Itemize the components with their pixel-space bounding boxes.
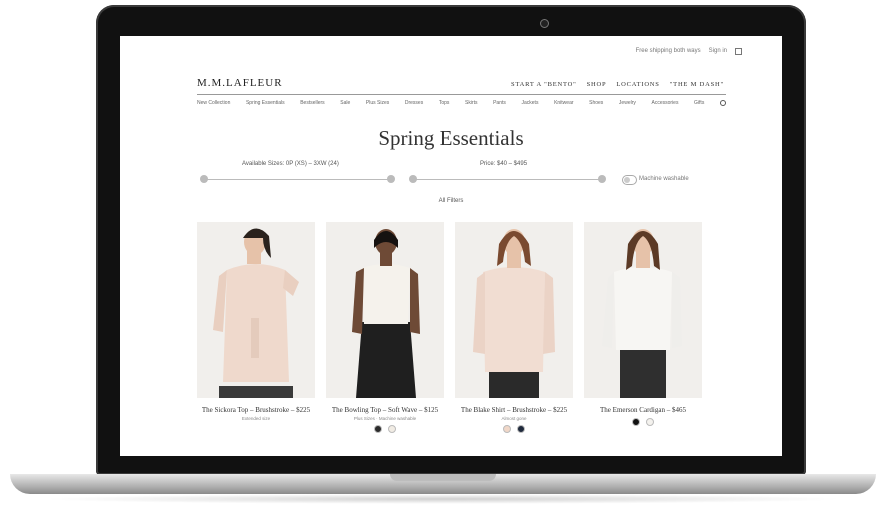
laptop-notch <box>390 474 496 481</box>
product-card[interactable]: The Sickora Top – Brushstroke – $225 Ext… <box>197 222 315 421</box>
color-swatch[interactable] <box>374 425 382 433</box>
browser-screen: Free shipping both ways Sign in M.M.LAFL… <box>120 36 782 456</box>
camera-icon <box>540 19 549 28</box>
product-image[interactable] <box>455 222 573 398</box>
color-swatch[interactable] <box>388 425 396 433</box>
size-slider-max-handle[interactable] <box>387 175 395 183</box>
cat-tops[interactable]: Tops <box>439 100 450 106</box>
product-card[interactable]: The Bowling Top – Soft Wave – $125 Plus … <box>326 222 444 433</box>
product-image[interactable] <box>326 222 444 398</box>
cat-shoes[interactable]: Shoes <box>589 100 603 106</box>
color-swatch[interactable] <box>632 418 640 426</box>
product-note: Almost gone <box>501 416 527 421</box>
nav-start-bento[interactable]: START A "BENTO" <box>511 81 577 88</box>
cat-jewelry[interactable]: Jewelry <box>619 100 636 106</box>
washable-toggle-label: Machine washable <box>639 176 689 182</box>
color-swatch[interactable] <box>517 425 525 433</box>
laptop-shadow <box>40 494 846 504</box>
nav-shop[interactable]: SHOP <box>587 81 607 88</box>
cat-sale[interactable]: Sale <box>340 100 350 106</box>
cat-knitwear[interactable]: Knitwear <box>554 100 573 106</box>
color-swatches <box>584 418 702 426</box>
cat-gifts[interactable]: Gifts <box>694 100 704 106</box>
product-name[interactable]: The Emerson Cardigan – $465 <box>584 406 702 414</box>
product-name[interactable]: The Blake Shirt – Brushstroke – $225 <box>455 406 573 414</box>
category-nav: New Collection Spring Essentials Bestsel… <box>197 100 726 106</box>
size-filter-label: Available Sizes: 0P (XS) – 3XW (24) <box>242 161 339 167</box>
nav-m-dash[interactable]: "THE M DASH" <box>670 81 724 88</box>
cat-accessories[interactable]: Accessories <box>651 100 678 106</box>
product-note: Plus Sizes · Machine washable <box>353 416 417 421</box>
product-image[interactable] <box>197 222 315 398</box>
product-card[interactable]: The Blake Shirt – Brushstroke – $225 Alm… <box>455 222 573 433</box>
bag-icon[interactable] <box>735 48 742 55</box>
size-slider-min-handle[interactable] <box>200 175 208 183</box>
cat-jackets[interactable]: Jackets <box>522 100 539 106</box>
product-card[interactable]: The Emerson Cardigan – $465 <box>584 222 702 426</box>
shipping-link[interactable]: Free shipping both ways <box>636 48 701 55</box>
product-name[interactable]: The Sickora Top – Brushstroke – $225 <box>197 406 315 414</box>
all-filters-button[interactable]: All Filters <box>120 198 782 204</box>
color-swatch[interactable] <box>646 418 654 426</box>
cat-pants[interactable]: Pants <box>493 100 506 106</box>
cat-spring-essentials[interactable]: Spring Essentials <box>246 100 285 106</box>
signin-link[interactable]: Sign in <box>709 48 727 55</box>
page-title: Spring Essentials <box>378 126 524 150</box>
washable-toggle[interactable] <box>622 175 637 185</box>
color-swatches <box>455 425 573 433</box>
color-swatches <box>326 425 444 433</box>
nav-locations[interactable]: LOCATIONS <box>616 81 659 88</box>
top-nav: START A "BENTO" SHOP LOCATIONS "THE M DA… <box>511 81 724 88</box>
size-slider-track[interactable] <box>204 179 392 180</box>
cat-plus-sizes[interactable]: Plus Sizes <box>366 100 389 106</box>
price-filter-label: Price: $40 – $495 <box>480 161 528 167</box>
cat-dresses[interactable]: Dresses <box>405 100 423 106</box>
price-slider-max-handle[interactable] <box>598 175 606 183</box>
price-slider-track[interactable] <box>413 179 602 180</box>
cat-bestsellers[interactable]: Bestsellers <box>300 100 324 106</box>
product-name[interactable]: The Bowling Top – Soft Wave – $125 <box>326 406 444 414</box>
cat-skirts[interactable]: Skirts <box>465 100 478 106</box>
utility-bar: Free shipping both ways Sign in <box>636 48 742 55</box>
product-note: Extended size <box>241 416 271 421</box>
search-icon[interactable] <box>719 100 726 106</box>
product-image[interactable] <box>584 222 702 398</box>
color-swatch[interactable] <box>503 425 511 433</box>
brand-logo[interactable]: M.M.LAFLEUR <box>197 77 283 89</box>
cat-new-collection[interactable]: New Collection <box>197 100 230 106</box>
price-slider-min-handle[interactable] <box>409 175 417 183</box>
header-divider <box>197 94 726 95</box>
